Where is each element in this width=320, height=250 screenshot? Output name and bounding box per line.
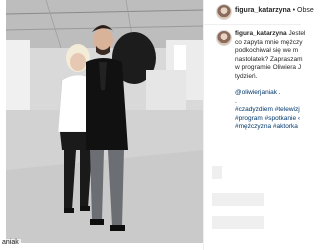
caption-line-5: w programie Oliwiera J [235,64,302,71]
hashtags-line-1[interactable]: #czadyzdiem #telewizj [235,106,305,115]
username-link[interactable]: figura_katarzyna [235,7,291,14]
caption-line-4: nastolatek? Zapraszam [235,55,303,63]
avatar[interactable] [216,4,232,20]
dot-line: . [235,97,237,105]
post-author: figura_katarzyna • Obse [235,7,314,14]
mention-link[interactable]: @oliwierjaniak . [235,89,305,98]
photo-watermark-text: aniak [0,239,21,246]
loading-placeholder [212,216,264,229]
post-header: figura_katarzyna • Obse [204,0,314,25]
caption-text: figura_katarzyna Jestel co zapyta mnie m… [235,30,305,132]
separator-dot: • [292,7,296,14]
studio-photo-image [6,0,203,243]
hashtags-line-3[interactable]: #mężczyzna #aktorka [235,123,305,132]
post-photo[interactable] [6,0,203,243]
comment-author[interactable]: figura_katarzyna [235,30,287,37]
caption-line-1: Jestel [286,30,306,37]
loading-placeholder [212,193,264,206]
follow-button[interactable]: Obse [297,7,314,14]
caption-line-6: tydzień. [235,72,258,80]
caption-line-3: podkochiwał się we m [235,47,299,54]
instagram-post: aniak figura_katarzyna • Obse figura_kat… [0,0,314,250]
loading-placeholder [212,166,222,179]
comment-avatar[interactable] [216,30,232,46]
post-sidebar: figura_katarzyna • Obse figura_katarzyna… [203,0,314,250]
caption-line-2: co zapyta mnie mężczy [235,38,303,46]
hashtags-line-2[interactable]: #program #spotkanie ‹ [235,115,305,124]
